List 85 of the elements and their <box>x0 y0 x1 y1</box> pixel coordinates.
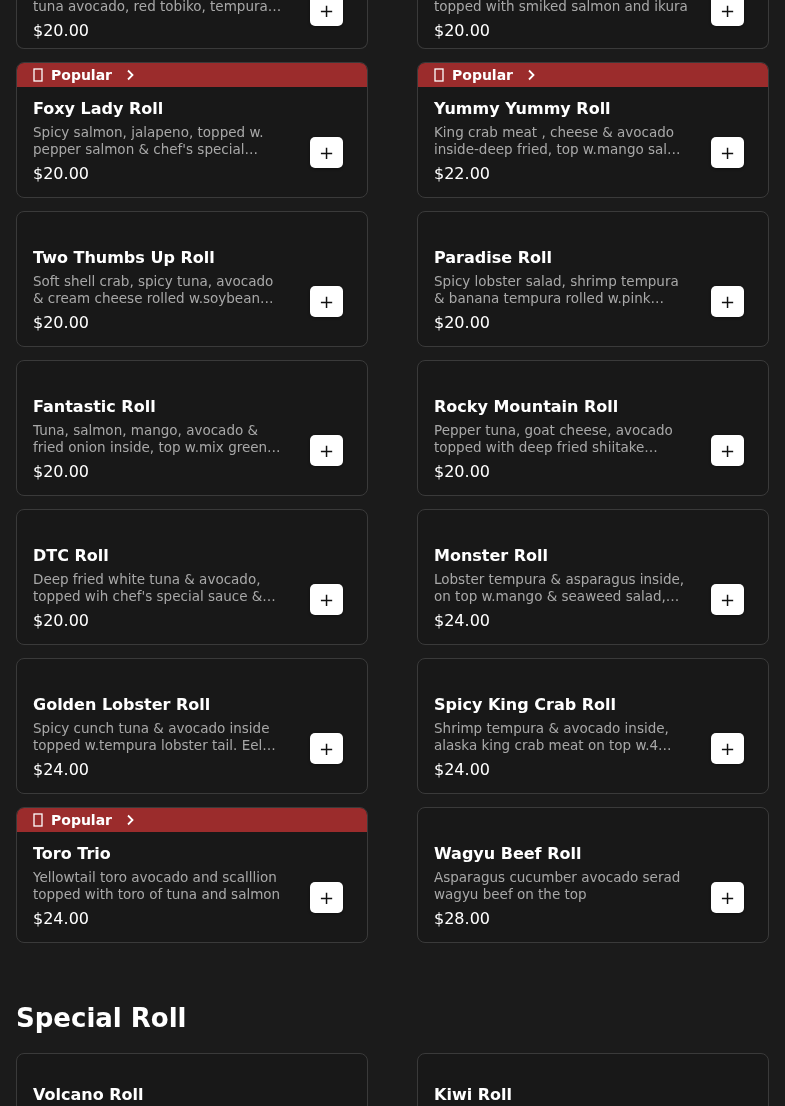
item-price: $20.00 <box>33 313 90 332</box>
menu-item-card[interactable]: topped with smiked salmon and ikura $20.00 + <box>417 0 769 49</box>
item-name: Yummy Yummy Roll <box>434 99 612 118</box>
menu-item-card[interactable]: Volcano Roll <box>16 1053 368 1106</box>
menu-item-card[interactable]: tuna avocado, red tobiko, tempura… $20.00 + <box>16 0 368 49</box>
menu-item-card[interactable]: Popular Yummy Yummy Roll King crab meat , cheese & avocado inside-deep fried, top w.mango sal… $22.00 + <box>417 62 769 198</box>
menu-item-card[interactable]: Fantastic Roll Tuna, salmon, mango, avocado & fried onion inside, top w.mix green… $20.00 + <box>16 360 368 496</box>
item-name: Foxy Lady Roll <box>33 99 165 118</box>
popular-label: Popular <box>51 812 113 828</box>
item-description: Asparagus cucumber avocado serad wagyu beef on the top <box>434 869 682 903</box>
item-price: $28.00 <box>434 909 491 928</box>
item-description: tuna avocado, red tobiko, tempura… <box>33 0 283 15</box>
item-description: Pepper tuna, goat cheese, avocado topped with deep fried shiitake… <box>434 422 674 456</box>
menu-item-card[interactable]: Monster Roll Lobster tempura & asparagus inside, on top w.mango & seaweed salad,… $24.00 + <box>417 509 769 645</box>
item-price: $24.00 <box>33 760 90 779</box>
item-name: Spicy King Crab Roll <box>434 695 617 714</box>
box-icon <box>33 68 43 82</box>
popular-banner[interactable]: Popular <box>17 63 367 87</box>
item-name: Paradise Roll <box>434 248 553 267</box>
item-price: $20.00 <box>33 462 90 481</box>
add-button[interactable]: + <box>310 732 343 764</box>
menu-item-card[interactable]: Wagyu Beef Roll Asparagus cucumber avocado serad wagyu beef on the top $28.00 + <box>417 807 769 943</box>
add-button[interactable]: + <box>711 732 744 764</box>
item-name: Kiwi Roll <box>434 1085 513 1104</box>
add-button[interactable]: + <box>711 881 744 913</box>
item-price: $20.00 <box>434 21 491 40</box>
add-button[interactable]: + <box>711 434 744 466</box>
item-name: DTC Roll <box>33 546 110 565</box>
add-button[interactable]: + <box>310 0 343 26</box>
item-description: Yellowtail toro avocado and scalllion topped with toro of tuna and salmon <box>33 869 282 903</box>
item-price: $22.00 <box>434 164 491 183</box>
item-description: Lobster tempura & asparagus inside, on top w.mango & seaweed salad,… <box>434 571 686 605</box>
item-description: Tuna, salmon, mango, avocado & fried onion inside, top w.mix green… <box>33 422 282 456</box>
item-description: Spicy cunch tuna & avocado inside topped w.tempura lobster tail. Eel… <box>33 720 277 754</box>
menu-item-card[interactable]: Spicy King Crab Roll Shrimp tempura & avocado inside, alaska king crab meat on top w.4… $24.00 + <box>417 658 769 794</box>
add-button[interactable]: + <box>711 136 744 168</box>
item-description: Soft shell crab, spicy tuna, avocado & cream cheese rolled w.soybean… <box>33 273 275 307</box>
popular-label: Popular <box>51 67 113 83</box>
item-price: $24.00 <box>33 909 90 928</box>
item-price: $20.00 <box>434 462 491 481</box>
add-button[interactable]: + <box>310 285 343 317</box>
add-button[interactable]: + <box>310 881 343 913</box>
menu-item-card[interactable]: Popular Toro Trio Yellowtail toro avocado and scalllion topped with toro of tuna and salmon $24.00 + <box>16 807 368 943</box>
add-button[interactable]: + <box>711 285 744 317</box>
add-button[interactable]: + <box>310 136 343 168</box>
item-price: $20.00 <box>33 611 90 630</box>
item-price: $20.00 <box>434 313 491 332</box>
popular-label: Popular <box>452 67 514 83</box>
menu-item-card[interactable]: Two Thumbs Up Roll Soft shell crab, spicy tuna, avocado & cream cheese rolled w.soybean… $20.00 + <box>16 211 368 347</box>
item-description: King crab meat , cheese & avocado inside-deep fried, top w.mango sal… <box>434 124 682 158</box>
chevron-right-icon <box>527 69 536 81</box>
item-price: $20.00 <box>33 21 90 40</box>
add-button[interactable]: + <box>711 583 744 615</box>
item-description: Shrimp tempura & avocado inside, alaska king crab meat on top w.4… <box>434 720 673 754</box>
chevron-right-icon <box>126 69 135 81</box>
menu-item-card[interactable]: DTC Roll Deep fried white tuna & avocado, topped wih chef's special sauce &… $20.00 + <box>16 509 368 645</box>
chevron-right-icon <box>126 814 135 826</box>
item-description: topped with smiked salmon and ikura <box>434 0 686 15</box>
item-description: Deep fried white tuna & avocado, topped wih chef's special sauce &… <box>33 571 277 605</box>
item-name: Volcano Roll <box>33 1085 145 1104</box>
section-heading: Special Roll <box>16 1003 188 1033</box>
menu-item-card[interactable]: Popular Foxy Lady Roll Spicy salmon, jalapeno, topped w. pepper salmon & chef's special… $20.00 + <box>16 62 368 198</box>
item-name: Golden Lobster Roll <box>33 695 212 714</box>
box-icon <box>434 68 444 82</box>
box-icon <box>33 813 43 827</box>
item-price: $24.00 <box>434 611 491 630</box>
popular-banner[interactable]: Popular <box>17 808 367 832</box>
item-price: $24.00 <box>434 760 491 779</box>
item-name: Monster Roll <box>434 546 550 565</box>
item-name: Fantastic Roll <box>33 397 157 416</box>
item-name: Wagyu Beef Roll <box>434 844 583 863</box>
popular-banner[interactable]: Popular <box>418 63 768 87</box>
item-name: Two Thumbs Up Roll <box>33 248 216 267</box>
menu-item-card[interactable]: Paradise Roll Spicy lobster salad, shrimp tempura & banana tempura rolled w.pink… $20.00 + <box>417 211 769 347</box>
item-name: Toro Trio <box>33 844 112 863</box>
add-button[interactable]: + <box>310 583 343 615</box>
item-price: $20.00 <box>33 164 90 183</box>
item-description: Spicy salmon, jalapeno, topped w. pepper salmon & chef's special… <box>33 124 265 158</box>
menu-item-card[interactable]: Kiwi Roll <box>417 1053 769 1106</box>
item-description: Spicy lobster salad, shrimp tempura & banana tempura rolled w.pink… <box>434 273 680 307</box>
menu-item-card[interactable]: Golden Lobster Roll Spicy cunch tuna & avocado inside topped w.tempura lobster tail. Eel… $24.00 + <box>16 658 368 794</box>
item-name: Rocky Mountain Roll <box>434 397 620 416</box>
add-button[interactable]: + <box>310 434 343 466</box>
menu-item-card[interactable]: Rocky Mountain Roll Pepper tuna, goat cheese, avocado topped with deep fried shiitake… $20.00 + <box>417 360 769 496</box>
add-button[interactable]: + <box>711 0 744 26</box>
